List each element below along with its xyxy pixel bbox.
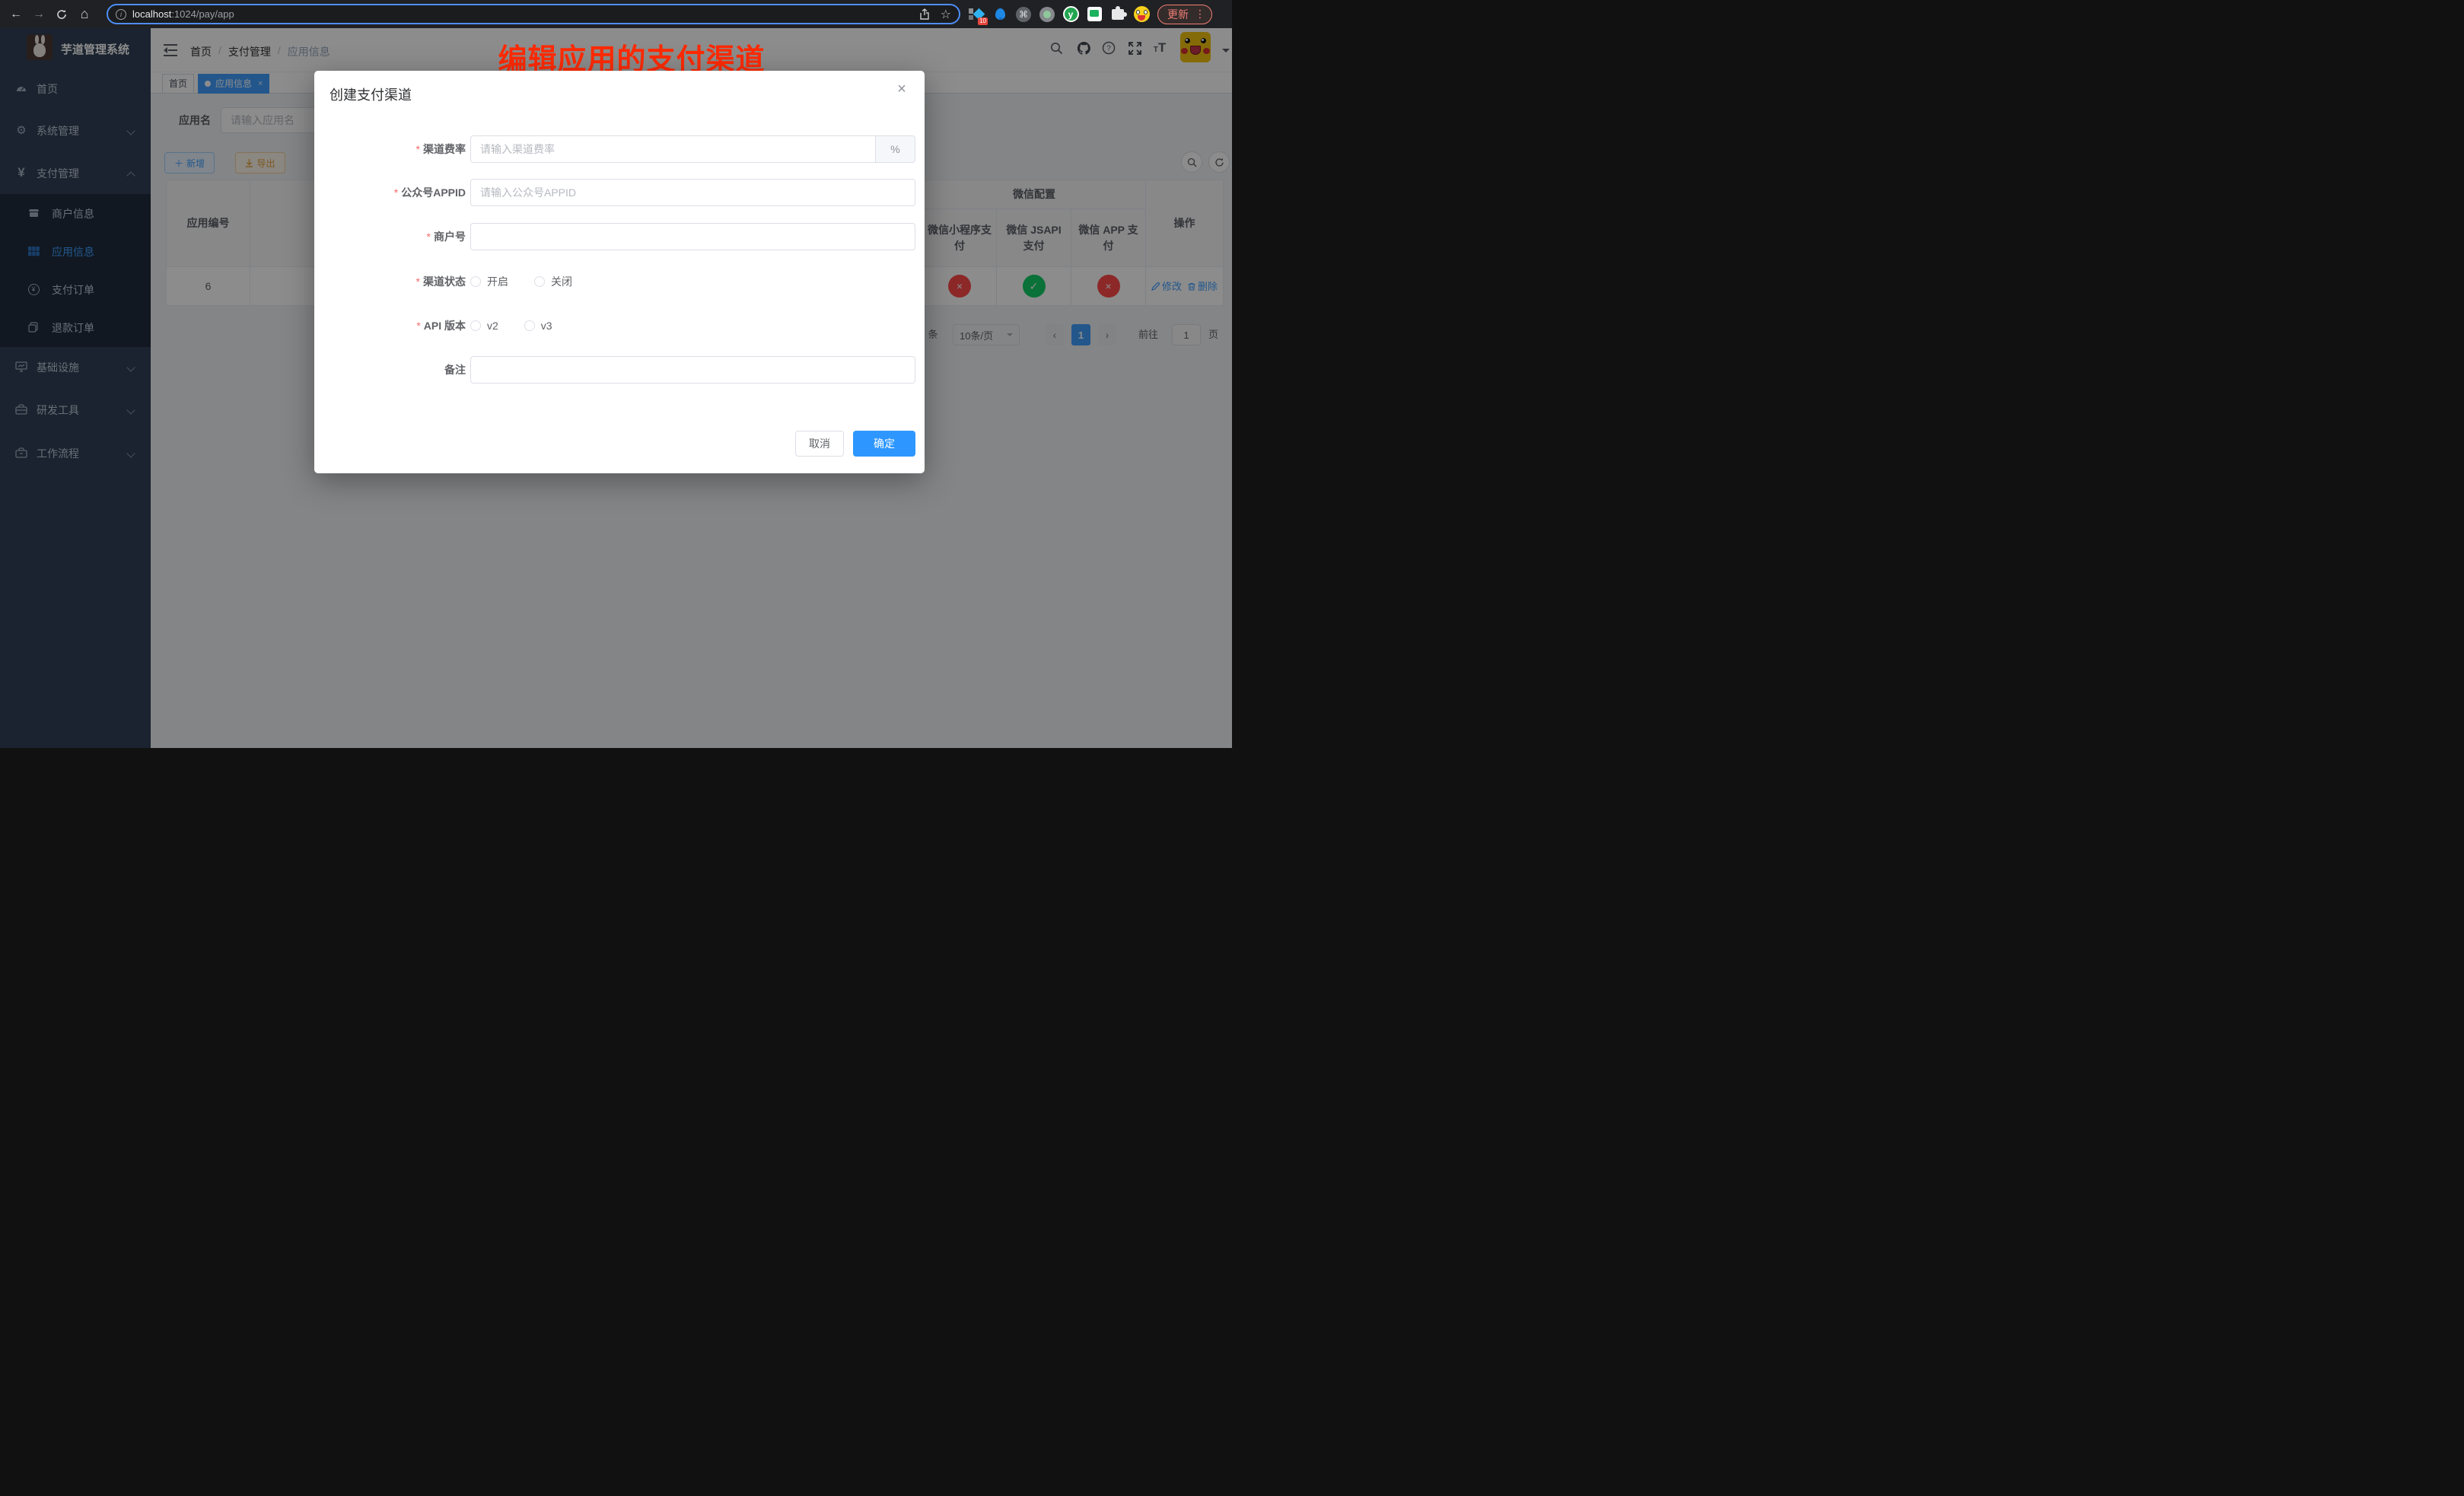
status-on-radio[interactable] (470, 276, 481, 287)
api-v3-radio[interactable] (524, 320, 535, 331)
appid-field (470, 179, 915, 206)
cancel-button[interactable]: 取消 (795, 431, 844, 457)
merchant-input[interactable] (471, 224, 915, 250)
bookmark-star-icon[interactable]: ☆ (941, 7, 951, 22)
dialog-title: 创建支付渠道 (329, 84, 412, 104)
rate-field: % (470, 135, 915, 163)
chrome-update-button[interactable]: 更新 ⋮ (1157, 5, 1212, 24)
screen: ← → ⌂ i localhost:1024/pay/app ☆ 10 ⌘ (0, 0, 1232, 748)
browser-toolbar: ← → ⌂ i localhost:1024/pay/app ☆ 10 ⌘ (0, 0, 1232, 28)
appid-label: *公众号APPID (314, 179, 466, 206)
percent-suffix: % (875, 136, 915, 162)
merchant-field (470, 223, 915, 250)
browser-menu-icon[interactable]: ⋮ (1195, 8, 1205, 21)
page: 芋道管理系统 首页 ⚙ 系统管理 ¥ 支付管理 (0, 28, 1232, 748)
extension-chat-icon[interactable] (1086, 6, 1103, 23)
remark-label: 备注 (314, 356, 466, 384)
extension-record-icon[interactable] (1039, 6, 1055, 23)
browser-forward-icon[interactable]: → (27, 4, 50, 25)
address-bar[interactable]: i localhost:1024/pay/app ☆ (107, 4, 960, 24)
close-icon[interactable]: × (893, 80, 911, 98)
extension-badge: 10 (978, 18, 988, 25)
api-version-radio-group: v2 v3 (470, 312, 578, 339)
status-radio-group: 开启 关闭 (470, 268, 598, 295)
appid-input[interactable] (471, 180, 915, 205)
status-on-label[interactable]: 开启 (487, 274, 508, 289)
api-v2-label[interactable]: v2 (487, 320, 498, 332)
status-label: *渠道状态 (314, 268, 466, 295)
extension-balloon-icon[interactable] (992, 6, 1008, 23)
status-off-radio[interactable] (534, 276, 545, 287)
remark-input[interactable] (471, 357, 915, 383)
status-off-label[interactable]: 关闭 (551, 274, 572, 289)
site-info-icon[interactable]: i (116, 9, 126, 20)
merchant-label: *商户号 (314, 223, 466, 250)
extensions-row: 10 ⌘ y (968, 6, 1150, 23)
rate-label: *渠道费率 (314, 135, 466, 163)
browser-home-icon[interactable]: ⌂ (73, 4, 96, 25)
extension-command-icon[interactable]: ⌘ (1015, 6, 1032, 23)
extension-diamond-icon[interactable]: 10 (968, 6, 985, 23)
browser-back-icon[interactable]: ← (5, 4, 27, 25)
share-icon[interactable] (919, 8, 930, 21)
remark-field (470, 356, 915, 384)
url-text: localhost:1024/pay/app (132, 8, 919, 20)
confirm-button[interactable]: 确定 (853, 431, 915, 457)
extension-y-icon[interactable]: y (1062, 6, 1079, 23)
extensions-puzzle-icon[interactable] (1109, 6, 1126, 23)
profile-avatar-icon[interactable] (1133, 6, 1150, 23)
create-pay-channel-dialog: 创建支付渠道 × *渠道费率 % *公众号APPID *商户号 (314, 71, 925, 473)
rate-input[interactable] (471, 136, 875, 162)
api-v3-label[interactable]: v3 (541, 320, 552, 332)
api-version-label: *API 版本 (314, 312, 466, 339)
browser-reload-icon[interactable] (50, 4, 73, 25)
api-v2-radio[interactable] (470, 320, 481, 331)
